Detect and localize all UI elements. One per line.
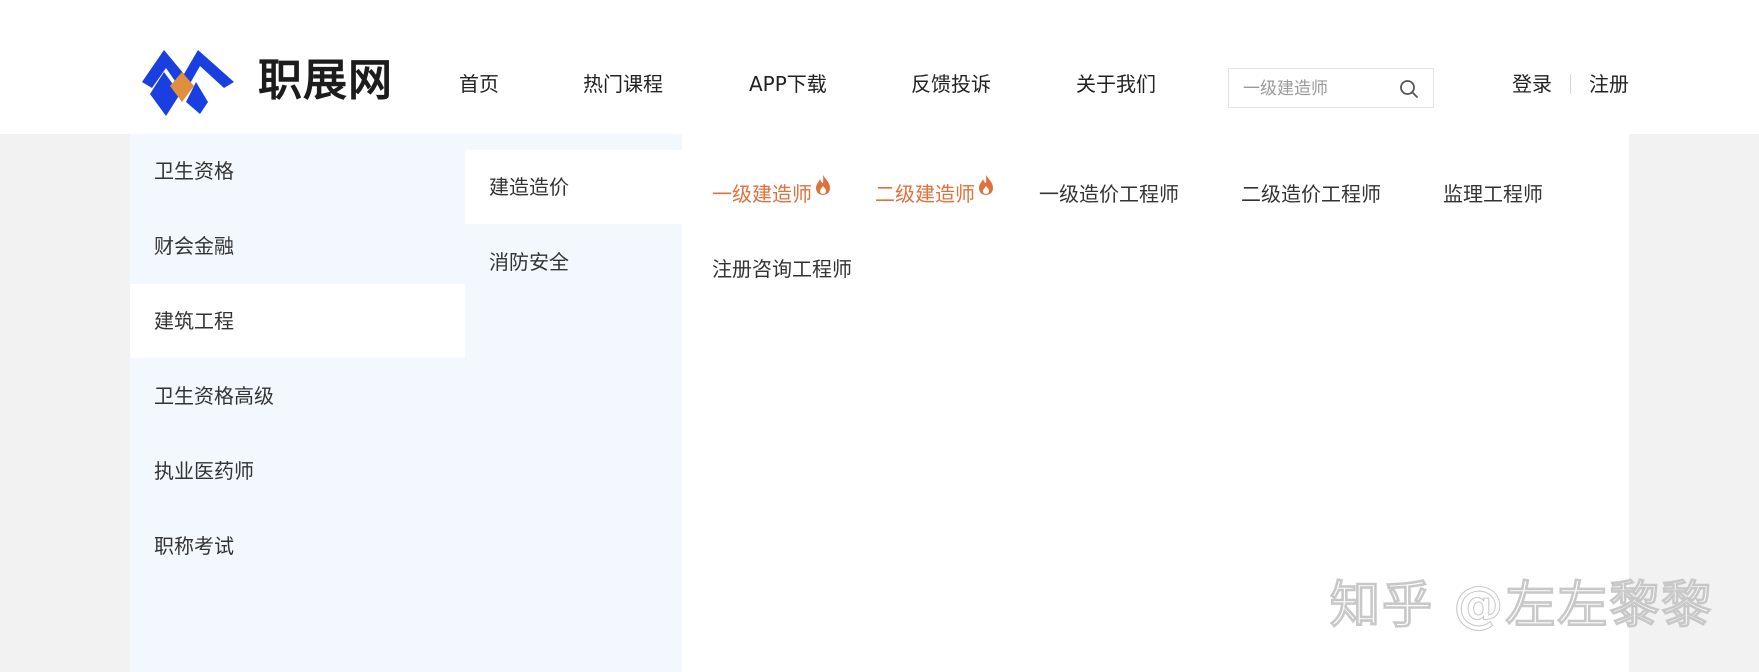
- course-link[interactable]: 监理工程师: [1443, 180, 1543, 208]
- nav-hot-courses[interactable]: 热门课程: [583, 70, 663, 98]
- register-link[interactable]: 注册: [1589, 70, 1629, 98]
- auth-divider: [1570, 74, 1571, 94]
- nav-about[interactable]: 关于我们: [1076, 70, 1156, 98]
- site-header: 职展网 首页 热门课程 APP下载 反馈投诉 关于我们 登录 注册: [0, 0, 1759, 134]
- logo-mark-icon: [142, 50, 234, 116]
- category-item[interactable]: 卫生资格: [130, 134, 465, 208]
- nav-feedback[interactable]: 反馈投诉: [911, 70, 991, 98]
- course-link[interactable]: 一级造价工程师: [1039, 180, 1179, 208]
- auth-links: 登录 注册: [1512, 70, 1629, 98]
- category-item[interactable]: 财会金融: [130, 209, 465, 283]
- watermark-text: 知乎 @左左黎黎: [1329, 576, 1714, 635]
- nav-home[interactable]: 首页: [459, 70, 499, 98]
- search-icon[interactable]: [1399, 79, 1419, 99]
- nav-app-download[interactable]: APP下载: [749, 70, 827, 98]
- subcategory-item[interactable]: 消防安全: [465, 225, 682, 299]
- fire-icon: [816, 175, 830, 195]
- course-link[interactable]: 注册咨询工程师: [712, 255, 852, 283]
- login-link[interactable]: 登录: [1512, 70, 1552, 98]
- search-input[interactable]: [1243, 77, 1393, 101]
- course-link[interactable]: 二级造价工程师: [1241, 180, 1381, 208]
- site-logo[interactable]: 职展网: [138, 42, 393, 120]
- course-link-hot[interactable]: 一级建造师: [712, 175, 832, 208]
- fire-icon: [979, 175, 993, 195]
- category-item[interactable]: 执业医药师: [130, 434, 465, 508]
- subcategory-item-active[interactable]: 建造造价: [465, 150, 682, 224]
- course-link-hot[interactable]: 二级建造师: [875, 175, 995, 208]
- course-label: 二级建造师: [875, 182, 975, 206]
- category-item[interactable]: 卫生资格高级: [130, 359, 465, 433]
- course-label: 一级建造师: [712, 182, 812, 206]
- category-item[interactable]: 职称考试: [130, 509, 465, 583]
- category-item-active[interactable]: 建筑工程: [130, 284, 465, 358]
- search-box: [1228, 68, 1434, 108]
- subcategory-list: 建造造价 消防安全: [465, 134, 682, 672]
- category-list: 卫生资格 财会金融 建筑工程 卫生资格高级 执业医药师 职称考试: [130, 134, 465, 672]
- brand-name: 职展网: [258, 55, 393, 106]
